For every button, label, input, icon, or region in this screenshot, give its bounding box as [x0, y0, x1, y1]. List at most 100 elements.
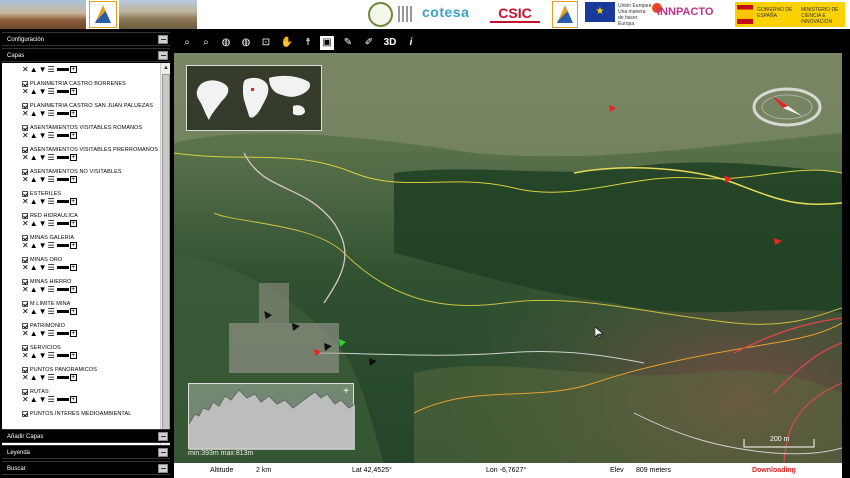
zoom-to-layer-icon[interactable]: + [69, 154, 77, 162]
move-down-icon[interactable]: ▼ [39, 374, 47, 382]
layer-info-icon[interactable]: ☰ [48, 110, 55, 118]
move-up-icon[interactable]: ▲ [30, 286, 38, 294]
layer-checkbox[interactable] [22, 234, 28, 241]
move-down-icon[interactable]: ▼ [39, 286, 47, 294]
zoom-to-layer-icon[interactable]: + [69, 132, 77, 140]
view-3d-button[interactable]: 3D [380, 36, 400, 50]
opacity-slider[interactable] [56, 90, 69, 94]
opacity-slider[interactable] [56, 200, 69, 204]
section-anadir-capas[interactable]: Añadir Capas [2, 429, 170, 443]
move-down-icon[interactable]: ▼ [39, 66, 47, 74]
move-down-icon[interactable]: ▼ [39, 88, 47, 96]
full-extent-icon[interactable]: ◍ [219, 36, 233, 50]
move-up-icon[interactable]: ▲ [30, 396, 38, 404]
globe-icon[interactable]: ◍ [239, 36, 253, 50]
collapse-button[interactable] [158, 35, 168, 44]
layer-checkbox[interactable] [22, 168, 28, 175]
layer-info-icon[interactable]: ☰ [48, 132, 55, 140]
pan-hand-icon[interactable]: ✋ [280, 36, 294, 50]
layer-info-icon[interactable]: ☰ [48, 198, 55, 206]
zoom-to-layer-icon[interactable]: + [69, 396, 77, 404]
remove-layer-icon[interactable]: ✕ [22, 352, 29, 360]
layer-info-icon[interactable]: ☰ [48, 66, 55, 74]
opacity-slider[interactable] [56, 332, 69, 336]
opacity-slider[interactable] [56, 244, 69, 248]
layer-checkbox[interactable] [22, 212, 28, 219]
move-up-icon[interactable]: ▲ [30, 374, 38, 382]
zoom-to-layer-icon[interactable]: + [69, 330, 77, 338]
street-view-icon[interactable]: ☨ [301, 36, 315, 50]
elevation-profile[interactable]: + [188, 383, 356, 450]
zoom-in-icon[interactable]: ⌕ [180, 36, 194, 50]
move-down-icon[interactable]: ▼ [39, 330, 47, 338]
expand-button[interactable] [158, 448, 168, 457]
zoom-to-layer-icon[interactable]: + [69, 308, 77, 316]
move-up-icon[interactable]: ▲ [30, 154, 38, 162]
layer-info-icon[interactable]: ☰ [48, 176, 55, 184]
section-configuracion[interactable]: Configuración [2, 32, 170, 46]
move-down-icon[interactable]: ▼ [39, 176, 47, 184]
remove-layer-icon[interactable]: ✕ [22, 286, 29, 294]
layer-checkbox[interactable] [22, 256, 28, 263]
layer-checkbox[interactable] [22, 300, 28, 307]
opacity-slider[interactable] [56, 134, 69, 138]
layer-checkbox[interactable] [22, 410, 28, 417]
move-up-icon[interactable]: ▲ [30, 198, 38, 206]
layers-scrollbar[interactable]: ▲ ▼ [160, 63, 170, 447]
profile-close-icon[interactable]: + [343, 386, 349, 397]
move-up-icon[interactable]: ▲ [30, 220, 38, 228]
remove-layer-icon[interactable]: ✕ [22, 374, 29, 382]
move-up-icon[interactable]: ▲ [30, 110, 38, 118]
remove-layer-icon[interactable]: ✕ [22, 132, 29, 140]
layer-info-icon[interactable]: ☰ [48, 154, 55, 162]
layer-info-icon[interactable]: ☰ [48, 330, 55, 338]
opacity-slider[interactable] [56, 288, 69, 292]
section-buscar[interactable]: Buscar [2, 461, 170, 475]
move-down-icon[interactable]: ▼ [39, 396, 47, 404]
move-down-icon[interactable]: ▼ [39, 110, 47, 118]
remove-layer-icon[interactable]: ✕ [22, 308, 29, 316]
expand-button[interactable] [158, 432, 168, 441]
opacity-slider[interactable] [56, 376, 69, 380]
remove-layer-icon[interactable]: ✕ [22, 198, 29, 206]
zoom-box-icon[interactable]: ⊡ [259, 36, 273, 50]
opacity-slider[interactable] [56, 68, 69, 72]
remove-layer-icon[interactable]: ✕ [22, 154, 29, 162]
move-up-icon[interactable]: ▲ [30, 264, 38, 272]
opacity-slider[interactable] [56, 266, 69, 270]
zoom-to-layer-icon[interactable]: + [69, 110, 77, 118]
zoom-to-layer-icon[interactable]: + [69, 242, 77, 250]
move-down-icon[interactable]: ▼ [39, 198, 47, 206]
move-up-icon[interactable]: ▲ [30, 330, 38, 338]
layer-info-icon[interactable]: ☰ [48, 88, 55, 96]
move-down-icon[interactable]: ▼ [39, 264, 47, 272]
expand-button[interactable] [158, 464, 168, 473]
edit-icon[interactable]: ✐ [362, 36, 376, 50]
move-up-icon[interactable]: ▲ [30, 176, 38, 184]
layer-checkbox[interactable] [22, 322, 28, 329]
remove-layer-icon[interactable]: ✕ [22, 264, 29, 272]
scroll-thumb[interactable] [162, 74, 170, 434]
move-up-icon[interactable]: ▲ [30, 88, 38, 96]
layer-info-icon[interactable]: ☰ [48, 308, 55, 316]
remove-layer-icon[interactable]: ✕ [22, 330, 29, 338]
layer-checkbox[interactable] [22, 278, 28, 285]
map-viewer[interactable]: ⌕ ⌕ ◍ ◍ ⊡ ✋ ☨ ▣ ✎ ✐ 3D i + min:393m max:… [174, 31, 850, 478]
zoom-to-layer-icon[interactable]: + [69, 176, 77, 184]
remove-layer-icon[interactable]: ✕ [22, 396, 29, 404]
layer-checkbox[interactable] [22, 146, 28, 153]
move-down-icon[interactable]: ▼ [39, 220, 47, 228]
layer-info-icon[interactable]: ☰ [48, 374, 55, 382]
layer-checkbox[interactable] [22, 102, 28, 109]
layer-info-icon[interactable]: ☰ [48, 352, 55, 360]
layer-info-icon[interactable]: ☰ [48, 220, 55, 228]
zoom-to-layer-icon[interactable]: + [69, 264, 77, 272]
layer-checkbox[interactable] [22, 190, 28, 197]
opacity-slider[interactable] [56, 398, 69, 402]
layer-checkbox[interactable] [22, 80, 28, 87]
section-capas[interactable]: Capas [2, 48, 170, 62]
move-down-icon[interactable]: ▼ [39, 154, 47, 162]
scroll-up-icon[interactable]: ▲ [162, 64, 170, 72]
layer-info-icon[interactable]: ☰ [48, 286, 55, 294]
opacity-slider[interactable] [56, 178, 69, 182]
